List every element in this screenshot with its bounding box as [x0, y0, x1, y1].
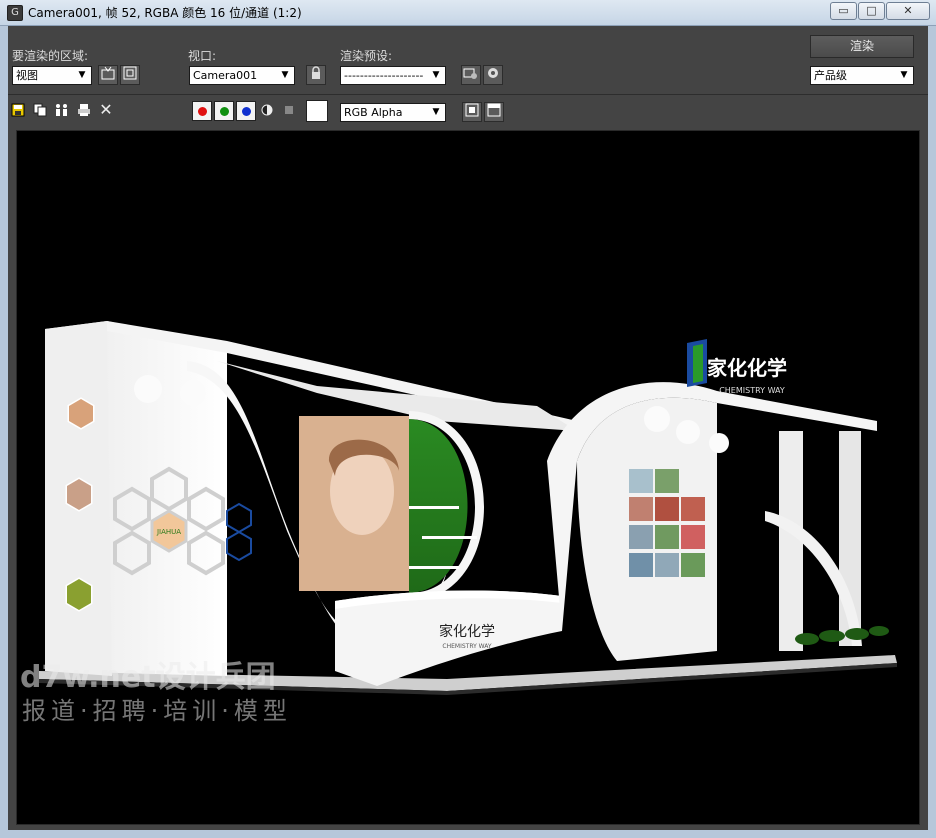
lock-icon	[312, 66, 320, 79]
close-button[interactable]: ✕	[886, 2, 930, 20]
hex-logo-text: JIAHUA	[156, 528, 181, 536]
edit-region-icon	[101, 66, 115, 80]
toolbar-divider	[8, 94, 928, 95]
clone-frame-button[interactable]	[54, 103, 70, 119]
copy-icon	[33, 103, 47, 117]
watermark-subtitle: 报道·招聘·培训·模型	[22, 697, 292, 725]
edit-region-button[interactable]	[98, 65, 118, 85]
green-channel-toggle[interactable]	[214, 101, 234, 121]
render-setup-button[interactable]	[461, 65, 481, 85]
copy-image-button[interactable]	[32, 103, 48, 119]
window-title-bar: G Camera001, 帧 52, RGBA 颜色 16 位/通道 (1:2)…	[0, 0, 936, 26]
toggle-ui-button[interactable]	[484, 102, 504, 122]
lock-viewport-button[interactable]	[306, 65, 326, 85]
save-icon	[11, 103, 25, 117]
region-select-value: 视图	[16, 69, 38, 82]
preset-select[interactable]: -------------------- ▼	[340, 66, 446, 85]
preset-label: 渲染预设:	[340, 49, 393, 63]
environment-button[interactable]	[483, 65, 503, 85]
render-frame-window: 要渲染的区域: 视口: 渲染预设: 视图 ▼ Camera001 ▼ -----…	[0, 26, 936, 838]
chevron-down-icon: ▼	[432, 70, 440, 80]
save-image-button[interactable]	[10, 103, 26, 119]
overlay-icon	[465, 103, 479, 117]
quality-select[interactable]: 产品级 ▼	[810, 66, 914, 85]
preset-select-value: --------------------	[344, 69, 424, 82]
viewport-label: 视口:	[188, 49, 217, 63]
window-title: Camera001, 帧 52, RGBA 颜色 16 位/通道 (1:2)	[28, 6, 302, 20]
watermark-title: d7w.net设计兵团	[20, 660, 276, 695]
auto-region-button[interactable]	[120, 65, 140, 85]
auto-region-icon	[123, 66, 137, 80]
print-image-button[interactable]	[76, 103, 92, 119]
region-label: 要渲染的区域:	[12, 49, 89, 63]
channel-display-select[interactable]: RGB Alpha ▼	[340, 103, 446, 122]
red-channel-dot	[198, 107, 207, 116]
render-setup-icon	[463, 68, 477, 79]
minimize-button[interactable]: ▭	[830, 2, 857, 20]
region-select[interactable]: 视图 ▼	[12, 66, 92, 85]
alpha-channel-toggle[interactable]	[259, 104, 275, 120]
alpha-icon	[261, 104, 273, 116]
quality-select-value: 产品级	[814, 69, 847, 82]
teapot-icon	[488, 68, 498, 78]
blue-channel-dot	[242, 107, 251, 116]
booth-logo-text: 家化化学	[707, 356, 787, 380]
chevron-down-icon: ▼	[78, 70, 86, 80]
monochrome-icon	[285, 106, 293, 114]
app-icon[interactable]: G	[7, 4, 23, 21]
desk-logo-subtitle: CHEMISTRY WAY	[442, 643, 492, 650]
render-button[interactable]: 渲染	[810, 35, 914, 58]
clone-icon	[56, 104, 67, 116]
desk-logo-text: 家化化学	[439, 623, 495, 640]
chevron-down-icon: ▼	[432, 107, 440, 117]
booth-logo-subtitle: CHEMISTRY WAY	[719, 386, 785, 395]
swatch-color[interactable]	[306, 100, 328, 122]
print-icon	[78, 104, 90, 116]
maximize-button[interactable]: □	[858, 2, 885, 20]
monochrome-toggle[interactable]	[281, 104, 297, 120]
green-channel-dot	[220, 107, 229, 116]
chevron-down-icon: ▼	[900, 70, 908, 80]
viewport-select[interactable]: Camera001 ▼	[189, 66, 295, 85]
toggle-ui-overlay-button[interactable]	[462, 102, 482, 122]
red-channel-toggle[interactable]	[192, 101, 212, 121]
channel-display-value: RGB Alpha	[344, 106, 403, 119]
viewport-select-value: Camera001	[193, 69, 258, 82]
chevron-down-icon: ▼	[281, 70, 289, 80]
blue-channel-toggle[interactable]	[236, 101, 256, 121]
clear-image-button[interactable]: ✕	[98, 102, 114, 118]
ui-panel-icon	[487, 103, 501, 117]
